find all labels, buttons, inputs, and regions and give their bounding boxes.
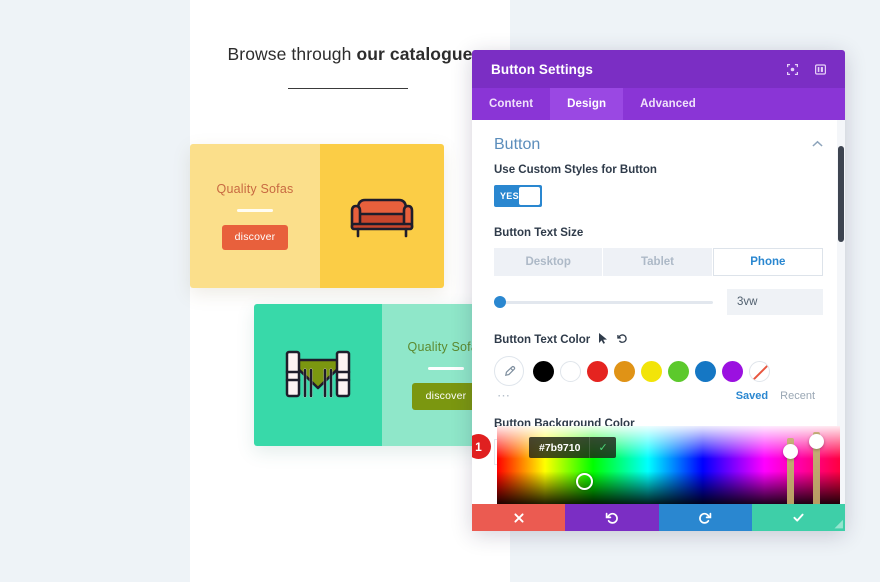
text-size-input[interactable] — [727, 289, 823, 315]
focus-icon[interactable] — [781, 58, 803, 80]
layout-panel-icon[interactable] — [809, 58, 831, 80]
swatch-orange[interactable] — [614, 360, 635, 382]
color-picker: 1 #7b9710 ✓ ◢ — [472, 426, 845, 531]
hex-value-box[interactable]: #7b9710 ✓ — [529, 437, 616, 458]
device-tab-phone[interactable]: Phone — [712, 248, 823, 276]
toggle-knob — [518, 187, 540, 205]
field-text-size: Button Text Size Desktop Tablet Phone — [472, 227, 845, 315]
button-settings-modal: Button Settings Content Design Advanced … — [472, 50, 845, 531]
color-picker-canvas[interactable]: #7b9710 ✓ — [497, 426, 840, 512]
save-button[interactable]: ◢ — [751, 504, 845, 531]
swatch-red[interactable] — [587, 360, 608, 382]
tab-design[interactable]: Design — [550, 88, 624, 120]
swatch-blue[interactable] — [695, 360, 716, 382]
device-tabs: Desktop Tablet Phone — [494, 248, 823, 276]
modal-header: Button Settings — [472, 50, 845, 88]
undo-button[interactable] — [565, 504, 659, 531]
modal-title: Button Settings — [491, 61, 593, 77]
swatch-purple[interactable] — [722, 360, 743, 382]
text-color-label: Button Text Color — [494, 333, 823, 347]
page-title: Browse through our catalogue — [190, 44, 510, 65]
cancel-button[interactable] — [472, 504, 566, 531]
card-divider — [237, 209, 273, 212]
card-image-panel — [320, 144, 444, 288]
swatch-none[interactable] — [749, 360, 770, 382]
custom-styles-toggle[interactable]: YES — [494, 185, 542, 207]
opacity-slider[interactable] — [809, 432, 824, 506]
sofa-icon — [350, 198, 414, 238]
tab-content[interactable]: Content — [472, 88, 550, 120]
step-badge: 1 — [472, 434, 491, 459]
swatch-white[interactable] — [560, 360, 581, 382]
reset-arrow-icon[interactable] — [617, 333, 628, 347]
slider-track — [494, 300, 713, 304]
swatch-black[interactable] — [533, 360, 554, 382]
saved-colors-link[interactable]: Saved — [736, 390, 768, 402]
resize-grip-icon[interactable]: ◢ — [835, 517, 843, 530]
recent-colors-link[interactable]: Recent — [780, 390, 815, 402]
redo-button[interactable] — [658, 504, 752, 531]
text-color-label-text: Button Text Color — [494, 334, 591, 346]
color-picker-cursor[interactable] — [576, 473, 593, 490]
hex-value: #7b9710 — [539, 441, 581, 454]
section-title: Button — [494, 136, 541, 153]
chevron-up-icon[interactable] — [812, 139, 823, 151]
modal-tabs: Content Design Advanced — [472, 88, 845, 120]
discover-button[interactable]: discover — [221, 225, 289, 250]
color-swatch-row — [494, 356, 823, 386]
card-divider — [428, 367, 464, 370]
mouse-pointer-icon[interactable] — [599, 333, 608, 347]
swatch-green[interactable] — [668, 360, 689, 382]
eyedropper-icon[interactable] — [494, 356, 524, 386]
page-title-bold: our catalogue — [356, 44, 473, 64]
page-title-plain: Browse through — [227, 44, 357, 64]
slider-knob[interactable] — [494, 296, 506, 308]
text-size-slider-row — [494, 289, 823, 315]
section-header-button[interactable]: Button — [472, 120, 845, 164]
ellipsis-icon[interactable]: ⋯ — [497, 388, 511, 404]
toggle-value: YES — [500, 191, 519, 201]
card-title: Quality Sofas — [216, 182, 294, 196]
saturation-slider-knob[interactable] — [783, 444, 798, 459]
field-custom-styles: Use Custom Styles for Button YES — [472, 164, 845, 207]
discover-button[interactable]: discover — [411, 383, 481, 410]
check-icon[interactable]: ✓ — [589, 437, 615, 458]
tab-advanced[interactable]: Advanced — [623, 88, 713, 120]
swatch-links: Saved Recent — [736, 390, 823, 402]
modal-body: Button Use Custom Styles for Button YES … — [472, 120, 845, 531]
scrollbar-thumb[interactable] — [838, 146, 844, 242]
field-text-color: Button Text Color ⋯ Saved Recent — [472, 333, 845, 404]
device-tab-tablet[interactable]: Tablet — [603, 248, 712, 276]
card-image-panel — [254, 304, 382, 446]
product-card-sofas[interactable]: Quality Sofas discover — [190, 144, 444, 288]
title-divider — [288, 88, 408, 89]
swatch-meta-row: ⋯ Saved Recent — [494, 388, 823, 404]
saturation-slider[interactable] — [783, 438, 798, 512]
dining-table-icon — [285, 350, 351, 398]
custom-styles-label: Use Custom Styles for Button — [494, 164, 657, 176]
text-size-label: Button Text Size — [494, 227, 584, 239]
picker-action-bar: ◢ — [472, 504, 845, 531]
swatch-yellow[interactable] — [641, 360, 662, 382]
text-size-slider[interactable] — [494, 295, 713, 309]
card-text-panel: Quality Sofas discover — [190, 144, 320, 288]
opacity-slider-knob[interactable] — [809, 434, 824, 449]
device-tab-desktop[interactable]: Desktop — [494, 248, 603, 276]
